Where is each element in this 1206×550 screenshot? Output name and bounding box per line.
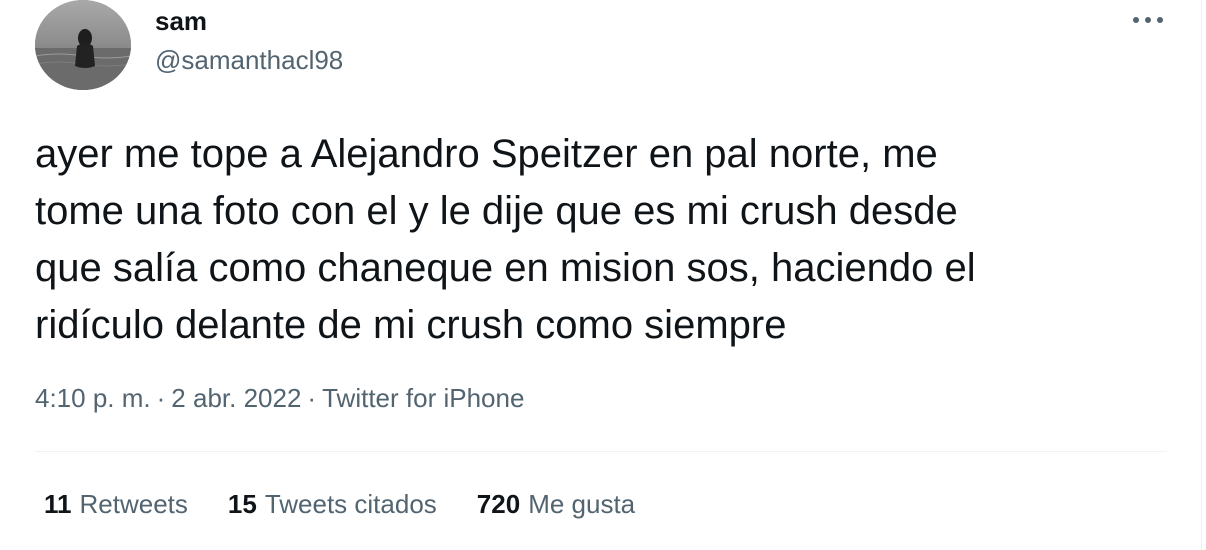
display-name[interactable]: sam [155,6,207,36]
tweet-metadata: 4:10 p. m. · 2 abr. 2022 · Twitter for iPhon… [35,382,524,414]
likes-label: Me gusta [528,489,636,519]
more-horizontal-icon [1133,17,1163,23]
divider [35,451,1167,452]
likes-stat[interactable]: 720 Me gusta [477,488,635,520]
avatar-photo [35,0,131,90]
tweet-text: ayer me tope a Alejandro Speitzer en pal… [35,126,1155,354]
meta-separator: · [307,383,317,413]
quote-tweets-count: 15 [227,489,257,519]
retweets-stat[interactable]: 11 Retweets [44,488,188,520]
tweet-text-line: tome una foto con el y le dije que es mi… [35,189,958,233]
engagement-stats: 11 Retweets 15 Tweets citados 720 Me gusta [44,488,675,520]
likes-count: 720 [476,489,521,519]
frame-edge [1201,0,1202,550]
avatar[interactable] [35,0,131,90]
retweets-label: Retweets [79,489,188,519]
tweet-text-line: ridículo delante de mi crush como siempr… [35,303,787,347]
tweet-date[interactable]: 2 abr. 2022 [171,383,301,413]
tweet-source[interactable]: Twitter for iPhone [322,383,524,413]
tweet-text-line: que salía como chaneque en mision sos, h… [35,246,976,290]
quote-tweets-stat[interactable]: 15 Tweets citados [228,488,437,520]
quote-tweets-label: Tweets citados [264,489,437,519]
meta-separator: · [156,383,166,413]
tweet-text-line: ayer me tope a Alejandro Speitzer en pal… [35,132,938,176]
tweet-time[interactable]: 4:10 p. m. [35,383,151,413]
handle[interactable]: @samanthacl98 [155,45,343,75]
retweets-count: 11 [44,489,72,519]
more-button[interactable] [1128,8,1168,32]
